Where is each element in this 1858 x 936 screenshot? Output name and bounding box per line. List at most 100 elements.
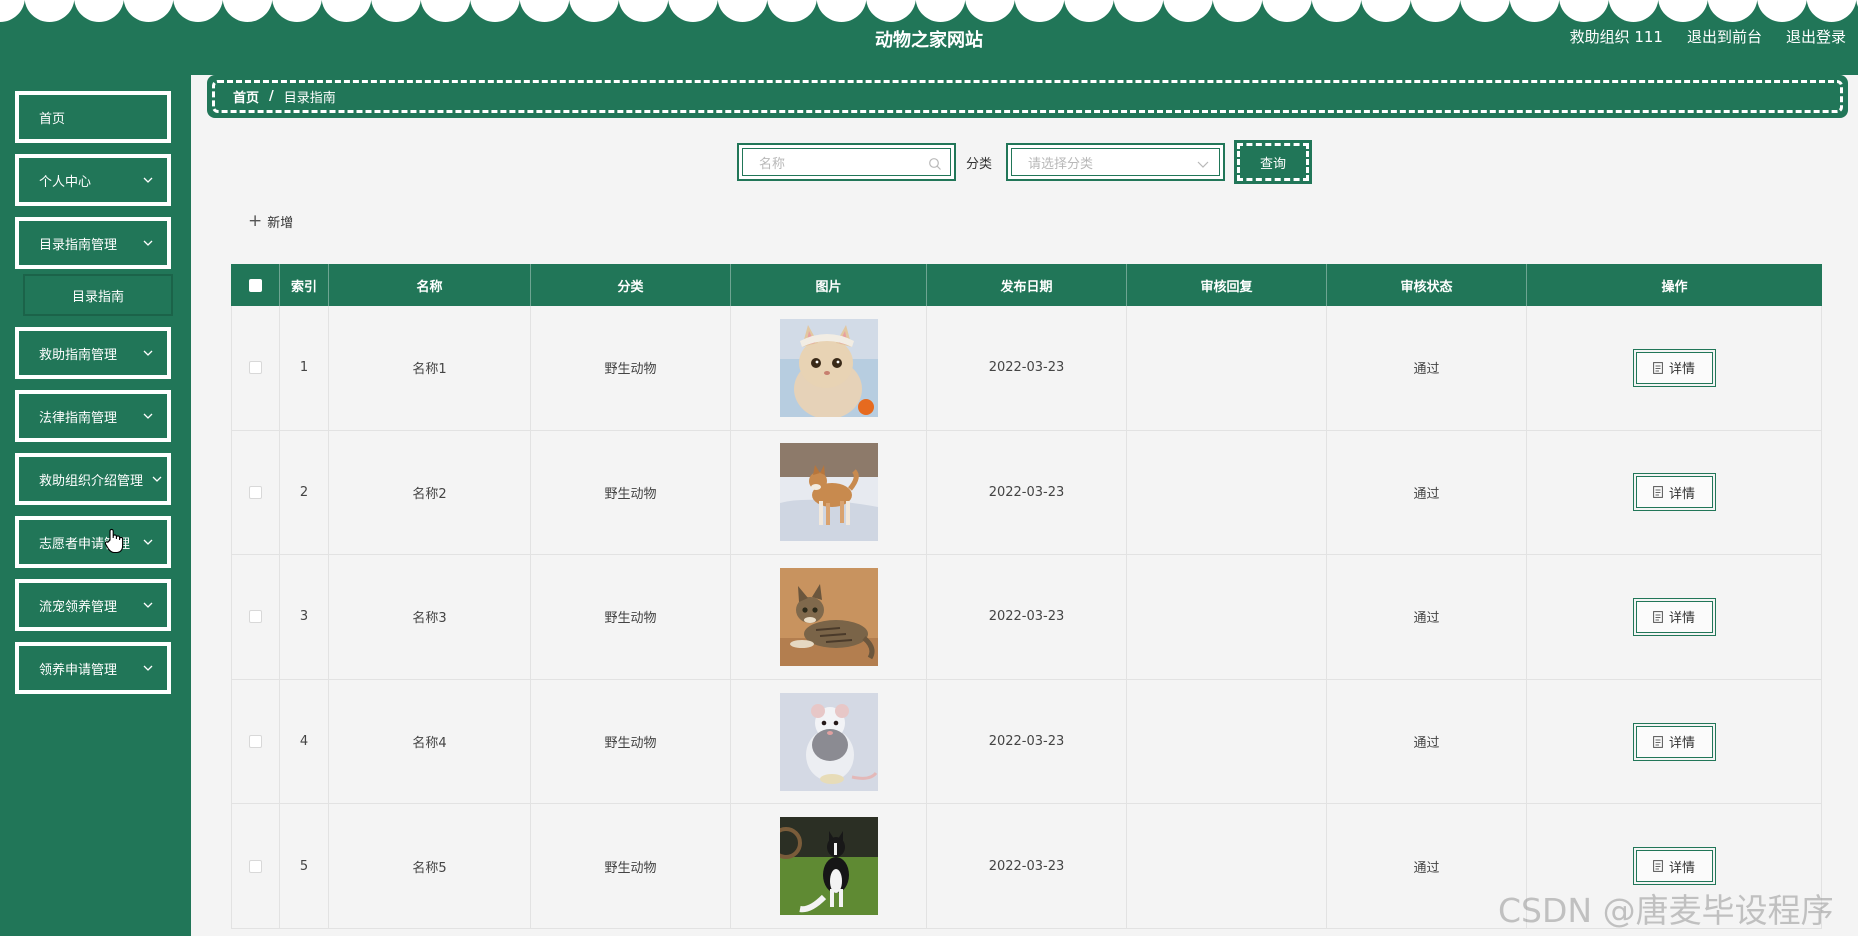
breadcrumb-home[interactable]: 首页	[233, 87, 259, 106]
sidebar-item-law-guide-mgmt[interactable]: 法律指南管理	[15, 390, 171, 442]
sidebar-item-rescue-guide-mgmt[interactable]: 救助指南管理	[15, 327, 171, 379]
document-icon	[1653, 735, 1663, 748]
index-cell: 3	[280, 555, 329, 679]
detail-button[interactable]: 详情	[1632, 847, 1716, 886]
current-user: 救助组织 111	[1569, 28, 1663, 46]
row-checkbox[interactable]	[249, 610, 262, 624]
date-cell: 2022-03-23	[927, 804, 1127, 928]
sidebar-item-catalog-guide-mgmt[interactable]: 目录指南管理	[15, 217, 171, 269]
detail-button-inner[interactable]: 详情	[1635, 476, 1713, 509]
scallop	[74, 0, 124, 22]
detail-button-inner[interactable]: 详情	[1635, 351, 1713, 384]
column-header: 审核回复	[1127, 264, 1327, 306]
query-button[interactable]: 查询	[1234, 140, 1312, 184]
detail-button-label: 详情	[1668, 860, 1695, 876]
scallop	[123, 0, 174, 22]
scallop	[1163, 0, 1213, 22]
scallop	[1361, 0, 1411, 22]
row-select-cell[interactable]	[231, 679, 280, 804]
scallop	[1311, 0, 1362, 22]
white-rat-image[interactable]	[779, 692, 878, 791]
sidebar-item-label: 领养申请管理	[39, 662, 118, 678]
add-button[interactable]: + 新增	[248, 212, 293, 232]
row-select-cell[interactable]	[231, 430, 280, 555]
logout-link[interactable]: 退出登录	[1786, 26, 1846, 47]
sidebar-item-home[interactable]: 首页	[15, 91, 171, 143]
row-select-cell[interactable]	[231, 804, 280, 928]
select-all-checkbox[interactable]	[248, 278, 262, 292]
chevron-down-icon	[1197, 161, 1209, 168]
sidebar-item-personal-center[interactable]: 个人中心	[15, 154, 171, 206]
chevron-down-icon	[152, 476, 162, 482]
scallop	[1559, 0, 1609, 22]
detail-button[interactable]: 详情	[1632, 722, 1716, 761]
sidebar-item-volunteer-mgmt[interactable]: 志愿者申请管理	[15, 516, 171, 568]
category-cell: 野生动物	[531, 804, 731, 928]
status-cell: 通过	[1327, 430, 1527, 555]
status-cell: 通过	[1327, 679, 1527, 804]
category-select-placeholder: 请选择分类	[1028, 156, 1094, 172]
scallop	[717, 0, 768, 22]
name-search-field[interactable]: 名称	[742, 148, 951, 176]
scallop	[1410, 0, 1461, 22]
row-checkbox[interactable]	[249, 859, 262, 873]
scallop	[470, 0, 520, 22]
scallop	[1212, 0, 1263, 22]
sidebar-subitem-label: 目录指南	[71, 289, 124, 305]
scallop	[866, 0, 916, 22]
chevron-down-icon	[143, 177, 153, 183]
scallop	[1014, 0, 1065, 22]
shiba-dog-on-snow-image[interactable]	[779, 443, 878, 542]
sidebar-item-adoption-apply-mgmt[interactable]: 领养申请管理	[15, 642, 171, 694]
row-select-cell[interactable]	[231, 306, 280, 430]
scallop	[1658, 0, 1708, 22]
image-cell	[731, 555, 927, 679]
column-header: 图片	[731, 264, 927, 306]
to-front-link[interactable]: 退出到前台	[1687, 26, 1762, 47]
detail-button-inner[interactable]: 详情	[1635, 850, 1713, 883]
scallop	[371, 0, 421, 22]
detail-button[interactable]: 详情	[1632, 473, 1716, 512]
image-cell	[731, 430, 927, 555]
name-search-input[interactable]: 名称	[737, 143, 956, 181]
index-cell: 1	[280, 306, 329, 430]
detail-button-inner[interactable]: 详情	[1635, 600, 1713, 633]
cat-with-headwear-image[interactable]	[779, 318, 878, 417]
scallop	[569, 0, 619, 22]
sidebar: 首页 个人中心 目录指南管理 目录指南 救助指南管理 法律指南管理 救助组织介绍…	[0, 75, 191, 936]
status-cell: 通过	[1327, 306, 1527, 430]
scallop	[965, 0, 1015, 22]
scallop	[915, 0, 966, 22]
detail-button[interactable]: 详情	[1632, 348, 1716, 387]
scallop	[767, 0, 817, 22]
tabby-cat-lying-image[interactable]	[779, 567, 878, 666]
index-cell: 2	[280, 430, 329, 555]
top-header: 动物之家网站 救助组织 111 退出到前台 退出登录	[0, 0, 1858, 75]
scallop	[618, 0, 669, 22]
row-checkbox[interactable]	[249, 361, 262, 375]
sidebar-item-label: 法律指南管理	[39, 410, 118, 426]
reply-cell	[1127, 804, 1327, 928]
image-cell	[731, 804, 927, 928]
table-row: 4 名称4 野生动物 2022-03-23 通过 详情	[231, 679, 1822, 805]
detail-button-inner[interactable]: 详情	[1635, 725, 1713, 758]
detail-button[interactable]: 详情	[1632, 597, 1716, 636]
scallop	[668, 0, 718, 22]
column-header: 审核状态	[1327, 264, 1527, 306]
category-select-field[interactable]: 请选择分类	[1011, 148, 1220, 176]
header-select-all[interactable]	[231, 264, 280, 306]
row-checkbox[interactable]	[249, 735, 262, 749]
date-cell: 2022-03-23	[927, 679, 1127, 804]
row-checkbox[interactable]	[249, 485, 262, 499]
detail-button-label: 详情	[1668, 611, 1695, 627]
sidebar-item-rescue-org-mgmt[interactable]: 救助组织介绍管理	[15, 453, 171, 505]
border-collie-on-grass-image[interactable]	[779, 817, 878, 916]
column-header: 操作	[1661, 279, 1688, 295]
detail-button-label: 详情	[1668, 362, 1695, 378]
row-select-cell[interactable]	[231, 555, 280, 679]
category-cell: 野生动物	[531, 679, 731, 804]
breadcrumb: 首页 / 目录指南	[207, 75, 1848, 118]
sidebar-item-pet-adoption-mgmt[interactable]: 流宠领养管理	[15, 579, 171, 631]
category-select[interactable]: 请选择分类	[1006, 143, 1225, 181]
sidebar-subitem-catalog-guide[interactable]: 目录指南	[23, 274, 173, 316]
